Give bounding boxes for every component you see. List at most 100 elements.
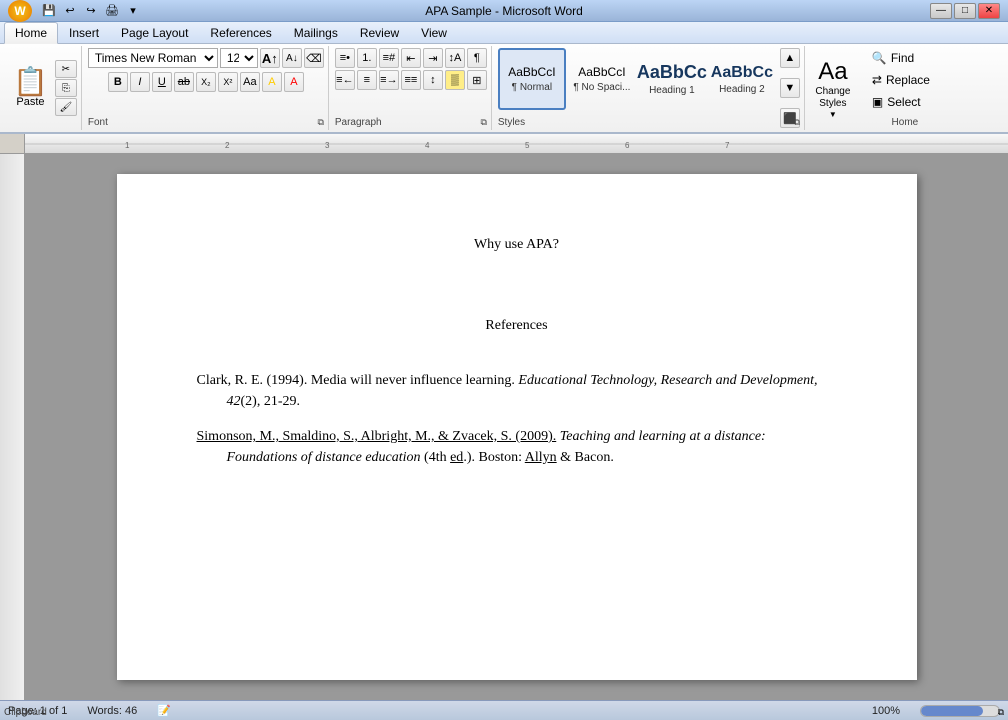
change-styles-icon: Aa — [818, 58, 847, 86]
decrease-indent-btn[interactable]: ⇤ — [401, 48, 421, 68]
ref1-italic: Educational Technology, Research and Dev… — [227, 373, 818, 409]
clipboard-group: 📋 Paste ✂ ⎘ 🖌 Clipboard ⧉ — [4, 46, 82, 130]
underline-btn[interactable]: U — [152, 72, 172, 92]
text-highlight-btn[interactable]: A — [262, 72, 282, 92]
sort-btn[interactable]: ↕A — [445, 48, 465, 68]
normal-label: ¶ Normal — [512, 82, 552, 93]
styles-scroll-down[interactable]: ▼ — [780, 78, 800, 98]
tab-mailings[interactable]: Mailings — [283, 22, 349, 43]
shading-btn[interactable]: ▒ — [445, 70, 465, 90]
styles-expand[interactable]: ⧉ — [793, 117, 799, 128]
font-expand[interactable]: ⧉ — [317, 117, 323, 128]
nospace-label: ¶ No Spaci... — [573, 82, 630, 93]
tab-references[interactable]: References — [199, 22, 282, 43]
font-group-label: Font ⧉ — [88, 115, 324, 128]
styles-scroll-up[interactable]: ▲ — [780, 48, 800, 68]
replace-icon: ⇄ — [872, 73, 882, 87]
vertical-ruler — [0, 154, 25, 700]
cut-button[interactable]: ✂ — [55, 60, 77, 78]
paste-button[interactable]: 📋 Paste — [8, 65, 53, 111]
style-nospace-btn[interactable]: AaBbCcI ¶ No Spaci... — [568, 48, 636, 110]
shrink-font-btn[interactable]: A↓ — [282, 48, 302, 68]
svg-text:3: 3 — [325, 141, 330, 150]
style-h1-btn[interactable]: AaBbCc Heading 1 — [638, 48, 706, 110]
tab-insert[interactable]: Insert — [58, 22, 110, 43]
superscript-btn[interactable]: X² — [218, 72, 238, 92]
office-button[interactable]: W — [8, 0, 32, 22]
app-window: W 💾 ↩ ↪ 🖨 ▾ APA Sample - Microsoft Word … — [0, 0, 1008, 720]
svg-text:7: 7 — [725, 141, 730, 150]
ruler-svg: 1 2 3 4 5 6 7 — [25, 134, 1008, 154]
subscript-btn[interactable]: X₂ — [196, 72, 216, 92]
change-case-btn[interactable]: Aa — [240, 72, 260, 92]
paragraph-group-label: Paragraph ⧉ — [335, 115, 487, 128]
paragraph-row2: ≡← ≡ ≡→ ≡≡ ↕ ▒ ⊞ — [335, 70, 487, 90]
strikethrough-btn[interactable]: ab — [174, 72, 194, 92]
find-icon: 🔍 — [872, 51, 887, 65]
save-quick-btn[interactable]: 💾 — [40, 2, 58, 20]
increase-indent-btn[interactable]: ⇥ — [423, 48, 443, 68]
undo-arrow-btn[interactable]: ↪ — [82, 2, 100, 20]
ruler-corner — [0, 134, 25, 154]
replace-label: Replace — [886, 73, 930, 87]
replace-button[interactable]: ⇄ Replace — [865, 70, 945, 90]
show-marks-btn[interactable]: ¶ — [467, 48, 487, 68]
style-h2-btn[interactable]: AaBbCc Heading 2 — [708, 48, 776, 110]
ribbon-tabs: Home Insert Page Layout References Maili… — [0, 22, 1008, 44]
svg-text:6: 6 — [625, 141, 630, 150]
spacer2 — [197, 356, 837, 370]
multilevel-btn[interactable]: ≡# — [379, 48, 399, 68]
line-spacing-btn[interactable]: ↕ — [423, 70, 443, 90]
align-right-btn[interactable]: ≡→ — [379, 70, 399, 90]
italic-btn[interactable]: I — [130, 72, 150, 92]
change-styles-label: ChangeStyles — [815, 86, 850, 110]
more-btn[interactable]: ▾ — [124, 2, 142, 20]
horizontal-ruler: 1 2 3 4 5 6 7 — [25, 134, 1008, 154]
tab-home[interactable]: Home — [4, 22, 58, 44]
document-page[interactable]: Why use APA? References Clark, R. E. (19… — [117, 174, 917, 680]
font-size-select[interactable]: 12 — [220, 48, 258, 68]
print-btn[interactable]: 🖨 — [103, 2, 121, 20]
clear-format-btn[interactable]: ⌫ — [304, 48, 324, 68]
change-styles-arrow: ▼ — [829, 110, 837, 119]
h2-label: Heading 2 — [719, 84, 765, 95]
font-group: Times New Roman 12 A↑ A↓ ⌫ B I U ab X₂ X… — [84, 46, 329, 130]
align-center-btn[interactable]: ≡ — [357, 70, 377, 90]
justify-btn[interactable]: ≡≡ — [401, 70, 421, 90]
font-family-select[interactable]: Times New Roman — [88, 48, 218, 68]
borders-btn[interactable]: ⊞ — [467, 70, 487, 90]
bold-btn[interactable]: B — [108, 72, 128, 92]
format-painter-button[interactable]: 🖌 — [55, 98, 77, 116]
paragraph-expand[interactable]: ⧉ — [480, 117, 486, 128]
clipboard-expand[interactable]: ⧉ — [998, 707, 1004, 718]
find-label: Find — [891, 51, 914, 65]
ref2-ed: ed — [450, 450, 463, 465]
find-button[interactable]: 🔍 Find — [865, 48, 945, 68]
normal-preview: AaBbCcI — [508, 65, 555, 79]
style-normal-btn[interactable]: AaBbCcI ¶ Normal — [498, 48, 566, 110]
font-color-btn[interactable]: A — [284, 72, 304, 92]
undo-btn[interactable]: ↩ — [61, 2, 79, 20]
select-button[interactable]: ▣ Select — [865, 92, 945, 112]
ref2-allyn: Allyn — [525, 450, 557, 465]
h1-label: Heading 1 — [649, 85, 695, 96]
quick-access-toolbar: 💾 ↩ ↪ 🖨 ▾ — [40, 2, 142, 20]
minimize-btn[interactable]: — — [930, 3, 952, 19]
tab-page-layout[interactable]: Page Layout — [110, 22, 199, 43]
change-styles-button[interactable]: Aa ChangeStyles ▼ — [807, 46, 859, 130]
align-left-btn[interactable]: ≡← — [335, 70, 355, 90]
tab-review[interactable]: Review — [349, 22, 410, 43]
copy-button[interactable]: ⎘ — [55, 79, 77, 97]
window-controls: — □ ✕ — [930, 3, 1000, 19]
numbering-btn[interactable]: 1. — [357, 48, 377, 68]
select-icon: ▣ — [872, 95, 883, 109]
document-area: Why use APA? References Clark, R. E. (19… — [0, 154, 1008, 700]
select-label: Select — [887, 95, 920, 109]
bullets-btn[interactable]: ≡• — [335, 48, 355, 68]
close-btn[interactable]: ✕ — [978, 3, 1000, 19]
clipboard-sub-buttons: ✂ ⎘ 🖌 — [55, 60, 77, 116]
tab-view[interactable]: View — [410, 22, 458, 43]
document-scroll[interactable]: Why use APA? References Clark, R. E. (19… — [25, 154, 1008, 700]
restore-btn[interactable]: □ — [954, 3, 976, 19]
grow-font-btn[interactable]: A↑ — [260, 48, 280, 68]
